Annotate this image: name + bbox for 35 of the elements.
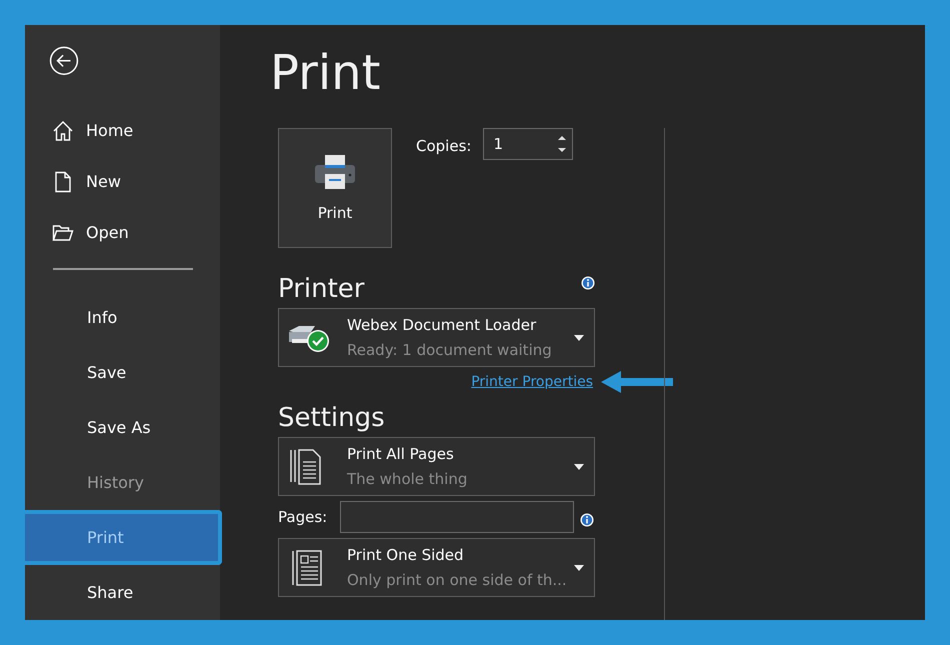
sidebar-item[interactable]: Info [25,290,220,346]
printer-status: Ready: 1 document waiting [347,341,553,359]
settings-heading: Settings [278,402,386,435]
info-icon[interactable] [580,513,594,527]
caret-icon [574,564,584,570]
copies-label: Copies: [416,137,472,155]
setting-title: Print One Sided [347,546,465,564]
setting-title: Print All Pages [347,445,455,463]
copies-field[interactable]: 1 [483,128,574,160]
print-button[interactable]: Print [278,128,392,248]
setting-description: Only print on one side of th... [347,571,568,589]
printer-icon [314,154,356,190]
sidebar-item[interactable]: Save As [25,400,220,456]
pages-field[interactable] [340,501,574,533]
printer-heading: Printer [278,273,364,306]
spinner-arrows-icon[interactable] [558,134,566,154]
home-icon [52,120,74,142]
page-title: Print [270,44,382,103]
back-icon[interactable] [48,46,80,76]
caret-icon [574,464,584,470]
settings-dropdown[interactable]: Print One Sided Only print on one side of th... [278,538,595,597]
sidebar-item[interactable]: Share [25,565,220,620]
setting-description: The whole thing [347,470,468,488]
caret-icon [574,334,584,340]
sidebar-item[interactable]: Home [25,106,220,156]
printer-properties-link[interactable]: Printer Properties [471,374,593,390]
settings-dropdown[interactable]: Print All Pages The whole thing [278,437,595,496]
pages-label: Pages: [278,508,328,526]
arrow-icon [601,370,673,394]
sidebar-item[interactable]: Save [25,345,220,400]
info-icon[interactable] [581,276,595,290]
sidebar-item[interactable]: New [25,156,220,208]
printer-name: Webex Document Loader [347,316,538,334]
sidebar-item[interactable]: Open [25,207,220,258]
printer-dropdown[interactable]: Webex Document Loader Ready: 1 document waiting [278,308,595,367]
